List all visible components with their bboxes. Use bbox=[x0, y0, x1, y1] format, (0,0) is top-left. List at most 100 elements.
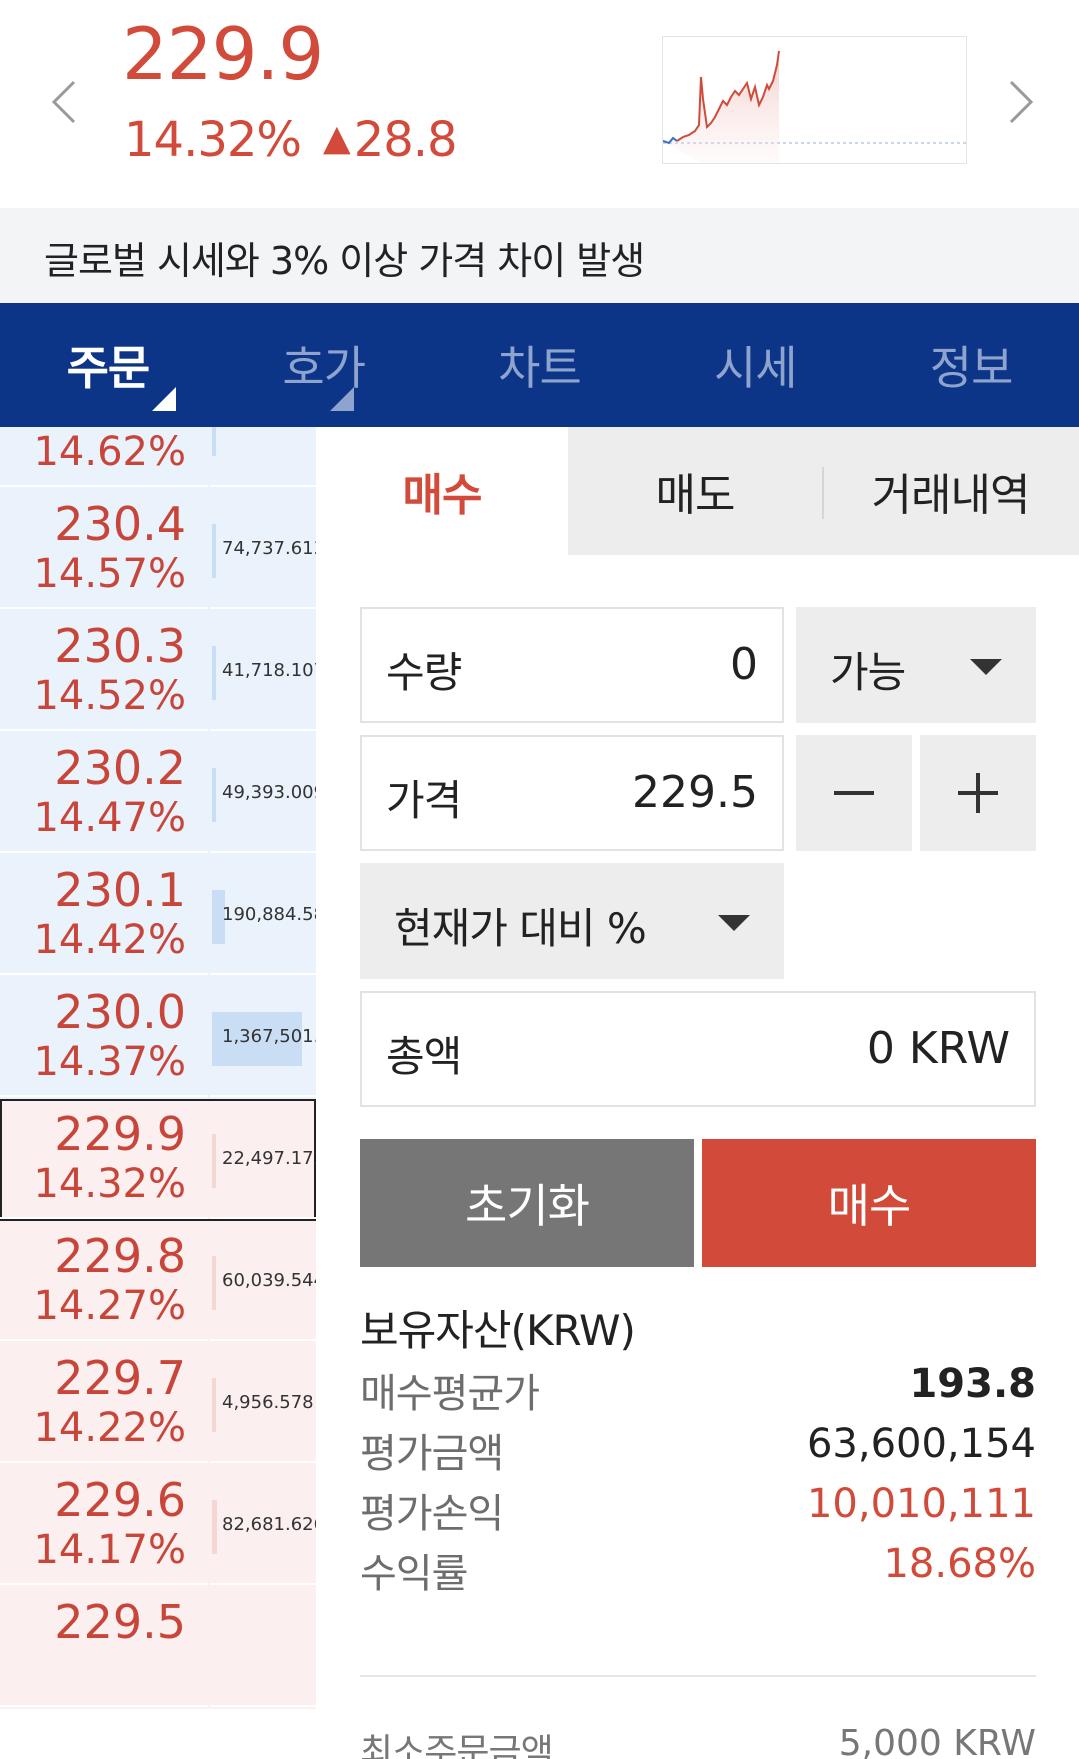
orderbook-price: 230.4 bbox=[54, 497, 186, 551]
orderbook-percent: 14.47% bbox=[33, 795, 186, 841]
orderbook-price: 229.9 bbox=[54, 1107, 186, 1161]
orderbook-price-cell[interactable]: 229.9 14.32% bbox=[0, 1099, 208, 1219]
orderbook-volume-cell[interactable]: 49,393.009 bbox=[210, 733, 316, 853]
chevron-right-icon[interactable] bbox=[1003, 78, 1039, 126]
eval-amount-row: 평가금액 63,600,154 bbox=[360, 1421, 1036, 1485]
price-header: 229.9 14.32% ▲28.8 bbox=[0, 0, 1079, 208]
orderbook-row[interactable]: 229.5 bbox=[0, 1587, 316, 1709]
orderbook-volume-cell[interactable]: 22,497.172 bbox=[210, 1099, 316, 1219]
orderbook-volume: 190,884.580 bbox=[222, 904, 316, 925]
holdings-title: 보유자산(KRW) bbox=[360, 1306, 636, 1355]
orderbook-price-cell[interactable]: 229.6 14.17% bbox=[0, 1465, 208, 1585]
caret-down-icon bbox=[970, 659, 1002, 675]
percent-of-current-dropdown[interactable]: 현재가 대비 % bbox=[360, 863, 784, 979]
orderbook-volume-cell[interactable]: 4,956.578 bbox=[210, 1343, 316, 1463]
total-value: 0 KRW bbox=[866, 1023, 1010, 1074]
mini-chart[interactable] bbox=[662, 36, 967, 164]
orderbook-volume-cell[interactable]: 190,884.580 bbox=[210, 855, 316, 975]
quantity-input[interactable]: 수량 0 bbox=[360, 607, 784, 723]
orderbook-row[interactable]: 230.014.37% 1,367,501.465 bbox=[0, 977, 316, 1099]
chevron-left-icon[interactable] bbox=[46, 78, 82, 126]
orderbook-volume-cell[interactable]: 74,737.613 bbox=[210, 489, 316, 609]
orderbook-row[interactable]: 230.3 14.52% 41,718.107 bbox=[0, 611, 316, 733]
orderbook-volume: 4,956.578 bbox=[222, 1392, 314, 1413]
orderbook-price-cell[interactable]: 14.62% bbox=[0, 427, 208, 487]
tab-order[interactable]: 주문 bbox=[0, 303, 216, 427]
orderbook-row[interactable]: 229.8 14.27% 60,039.544 bbox=[0, 1221, 316, 1343]
avg-price-label: 매수평균가 bbox=[360, 1371, 540, 1417]
tab-orderbook[interactable]: 호가 bbox=[216, 303, 432, 427]
orderbook-price-cell[interactable]: 230.0 14.37% bbox=[0, 977, 208, 1097]
orderbook-volume-cell[interactable]: 60,039.544 bbox=[210, 1221, 316, 1341]
orderbook-volume: 49,393.009 bbox=[222, 782, 316, 803]
avg-price-row: 매수평균가 193.8 bbox=[360, 1361, 1036, 1425]
orderbook-percent: 14.27% bbox=[33, 1283, 186, 1329]
plus-icon bbox=[958, 773, 998, 813]
orderbook-volume-cell[interactable] bbox=[210, 427, 316, 487]
orderbook-volume-bar bbox=[212, 524, 216, 578]
orderbook-price-cell[interactable]: 230.4 14.57% bbox=[0, 489, 208, 609]
orderbook-price-cell[interactable]: 229.5 bbox=[0, 1587, 208, 1707]
subtab-history[interactable]: 거래내역 bbox=[822, 427, 1079, 555]
orderbook-price: 230.1 bbox=[54, 863, 186, 917]
orderbook-price: 229.5 bbox=[54, 1595, 186, 1649]
orderbook-row[interactable]: 230.4 14.57% 74,737.613 bbox=[0, 489, 316, 611]
total-input[interactable]: 총액 0 KRW bbox=[360, 991, 1036, 1107]
orderbook-row[interactable]: 230.114.42% 190,884.580 bbox=[0, 855, 316, 977]
orderbook-volume: 82,681.626 bbox=[222, 1514, 316, 1535]
subtab-buy[interactable]: 매수 bbox=[316, 427, 568, 555]
return-row: 수익률 18.68% bbox=[360, 1541, 1036, 1605]
sparkline-icon bbox=[663, 50, 966, 163]
tab-quotes[interactable]: 시세 bbox=[647, 303, 863, 427]
orderbook-row-current[interactable]: 229.9 14.32% 22,497.172 bbox=[0, 1099, 316, 1221]
buy-button[interactable]: 매수 bbox=[702, 1139, 1036, 1267]
up-arrow-icon: ▲ bbox=[323, 118, 351, 159]
orderbook-price-cell[interactable]: 229.7 14.22% bbox=[0, 1343, 208, 1463]
orderbook-row[interactable]: 230.2 14.47% 49,393.009 bbox=[0, 733, 316, 855]
orderbook-volume-cell[interactable] bbox=[210, 1587, 316, 1707]
orderbook-price-cell[interactable]: 229.8 14.27% bbox=[0, 1221, 208, 1341]
avg-price-value: 193.8 bbox=[909, 1361, 1036, 1407]
tab-info[interactable]: 정보 bbox=[863, 303, 1079, 427]
reset-button[interactable]: 초기화 bbox=[360, 1139, 694, 1267]
orderbook-volume-cell[interactable]: 1,367,501.465 bbox=[210, 977, 316, 1097]
orderbook-price: 230.3 bbox=[54, 619, 186, 673]
price-input[interactable]: 가격 229.5 bbox=[360, 735, 784, 851]
quantity-value: 0 bbox=[730, 639, 758, 690]
orderbook-list[interactable]: 14.62% 230.4 14.57% 74,737.613 230.3 14.52% 41… bbox=[0, 427, 316, 1759]
orderbook-percent: 14.62% bbox=[33, 429, 186, 475]
orderbook-price: 229.7 bbox=[54, 1351, 186, 1405]
orderbook-price: 229.6 bbox=[54, 1473, 186, 1527]
price-label: 가격 bbox=[386, 776, 462, 825]
orderbook-row[interactable]: 229.7 14.22% 4,956.578 bbox=[0, 1343, 316, 1465]
main-tab-bar: 주문 호가 차트 시세 정보 bbox=[0, 303, 1079, 427]
orderbook-volume-bar bbox=[212, 427, 216, 456]
eval-pnl-value: 10,010,111 bbox=[806, 1481, 1036, 1527]
minus-icon bbox=[834, 791, 874, 795]
tab-chart[interactable]: 차트 bbox=[432, 303, 648, 427]
total-label: 총액 bbox=[386, 1032, 462, 1081]
orderbook-price: 229.8 bbox=[54, 1229, 186, 1283]
orderbook-price-cell[interactable]: 230.1 14.42% bbox=[0, 855, 208, 975]
orderbook-percent: 14.22% bbox=[33, 1405, 186, 1451]
available-dropdown[interactable]: 가능 bbox=[796, 607, 1036, 723]
orderbook-price-cell[interactable]: 230.2 14.47% bbox=[0, 733, 208, 853]
eval-pnl-row: 평가손익 10,010,111 bbox=[360, 1481, 1036, 1545]
orderbook-row[interactable]: 14.62% bbox=[0, 427, 316, 489]
price-increase-button[interactable] bbox=[920, 735, 1036, 851]
subtab-sell[interactable]: 매도 bbox=[568, 427, 822, 555]
corner-indicator-icon bbox=[330, 387, 354, 411]
price-value: 229.5 bbox=[632, 767, 758, 818]
orderbook-volume-bar bbox=[212, 1500, 217, 1554]
orderbook-percent: 14.32% bbox=[33, 1161, 186, 1207]
corner-indicator-icon bbox=[152, 387, 176, 411]
orderbook-volume-cell[interactable]: 82,681.626 bbox=[210, 1465, 316, 1585]
min-order-value: 5,000 KRW bbox=[838, 1723, 1036, 1759]
section-divider bbox=[360, 1675, 1036, 1677]
orderbook-price-cell[interactable]: 230.3 14.52% bbox=[0, 611, 208, 731]
percent-select-label: 현재가 대비 % bbox=[394, 904, 647, 953]
orderbook-volume-cell[interactable]: 41,718.107 bbox=[210, 611, 316, 731]
orderbook-percent: 14.42% bbox=[33, 917, 186, 963]
orderbook-row[interactable]: 229.6 14.17% 82,681.626 bbox=[0, 1465, 316, 1587]
price-decrease-button[interactable] bbox=[796, 735, 912, 851]
